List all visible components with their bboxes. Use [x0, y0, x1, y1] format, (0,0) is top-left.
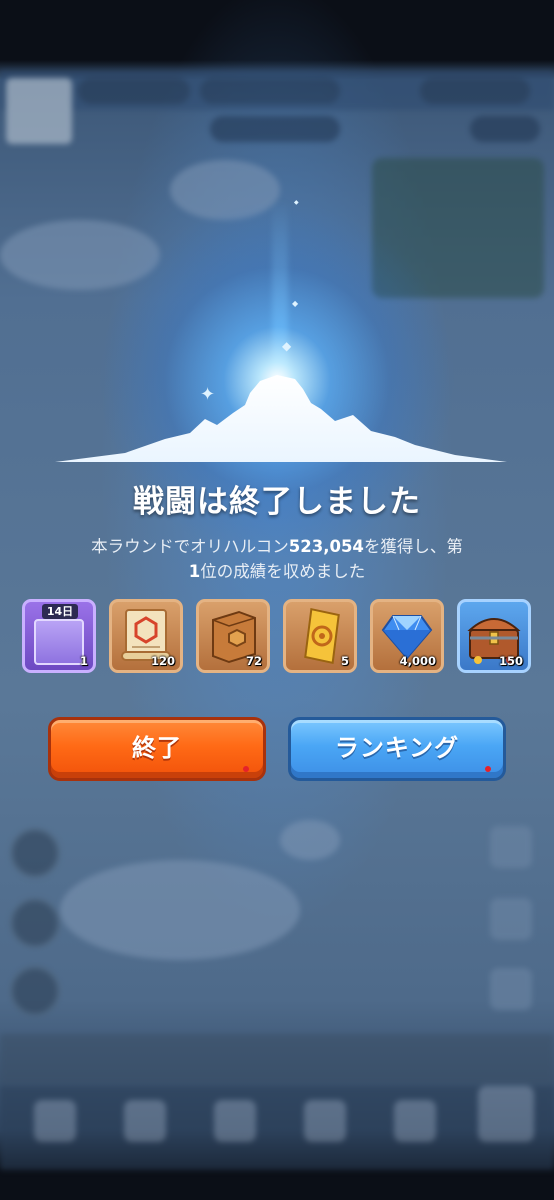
game-screen: ✦ ◆ ◆ ◆ 戦闘は終了しました 本ラウンドでオリハルコン523,054を獲得…	[0, 0, 554, 1200]
reward-qty: 1	[79, 654, 88, 668]
battle-ended-title: 戦闘は終了しました	[133, 484, 421, 520]
end-button[interactable]: 終了	[48, 717, 266, 781]
reward-scroll[interactable]: 120	[109, 599, 183, 673]
purple-frame-icon	[34, 619, 84, 665]
reward-avatar-frame[interactable]: 14日 1	[22, 599, 96, 673]
reward-qty: 150	[498, 654, 523, 668]
sparkle-icon: ◆	[282, 339, 292, 353]
ranking-button[interactable]: ランキング	[288, 717, 506, 781]
duration-badge: 14日	[42, 604, 78, 619]
reward-qty: 120	[150, 654, 175, 668]
ranking-button-label: ランキング	[334, 734, 460, 762]
reward-qty: 72	[245, 654, 262, 668]
reward-qty: 4,000	[399, 654, 436, 668]
reward-qty: 5	[340, 654, 349, 668]
orichalcum-amount: 523,054	[288, 537, 364, 556]
reward-diamond[interactable]: 4,000	[370, 599, 444, 673]
result-description: 本ラウンドでオリハルコン523,054を獲得し、第 1位の成績を収めました	[91, 537, 463, 581]
sparkle-icon: ✦	[200, 384, 216, 405]
rank-number: 1	[188, 562, 201, 581]
end-button-label: 終了	[132, 734, 182, 762]
sparkle-icon: ◆	[294, 199, 299, 206]
reward-book[interactable]: 72	[196, 599, 270, 673]
reward-chest[interactable]: 150	[457, 599, 531, 673]
mountain-emblem-icon	[55, 375, 507, 462]
reward-ticket[interactable]: 5	[283, 599, 357, 673]
sparkle-icon: ◆	[292, 299, 299, 308]
reward-list: 14日 1 120 72 5 4,000 150	[22, 599, 534, 679]
